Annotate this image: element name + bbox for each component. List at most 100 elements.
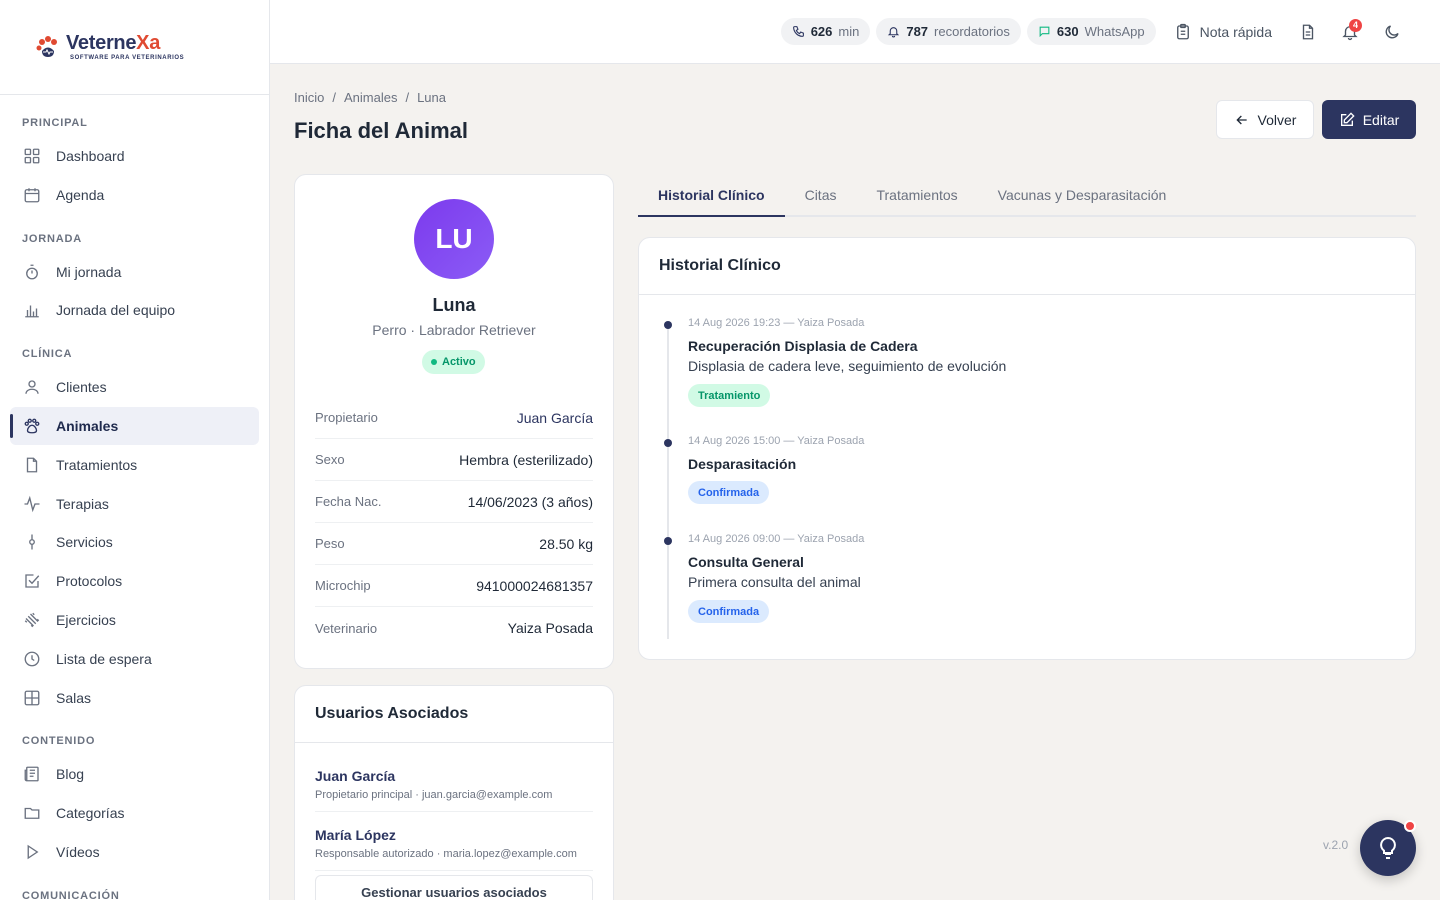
back-button[interactable]: Volver bbox=[1216, 100, 1314, 139]
entry-badge: Confirmada bbox=[688, 600, 770, 623]
detail-row-sex: Sexo Hembra (esterilizado) bbox=[315, 439, 593, 481]
detail-row-microchip: Microchip 941000024681357 bbox=[315, 565, 593, 607]
user-meta: Propietario principal · juan.garcia@exam… bbox=[315, 789, 553, 801]
quick-note-button[interactable]: Nota rápida bbox=[1162, 16, 1284, 48]
page-title: Ficha del Animal bbox=[294, 118, 469, 143]
ideas-fab-button[interactable] bbox=[1360, 820, 1416, 876]
user-name[interactable]: María López bbox=[315, 827, 593, 843]
tab-bar: Historial Clínico Citas Tratamientos Vac… bbox=[638, 174, 1416, 217]
documents-button[interactable] bbox=[1290, 16, 1326, 48]
user-name[interactable]: Juan García bbox=[315, 768, 593, 784]
reminders-counter[interactable]: 787 recordatorios bbox=[876, 18, 1021, 45]
timeline: 14 Aug 2026 19:23 — Yaiza Posada Recuper… bbox=[659, 295, 1395, 639]
notifications-button[interactable]: 4 bbox=[1332, 16, 1368, 48]
whatsapp-value: 630 bbox=[1056, 24, 1079, 39]
timeline-entry[interactable]: 14 Aug 2026 09:00 — Yaiza Posada Consult… bbox=[659, 533, 1395, 623]
breadcrumb-inicio[interactable]: Inicio bbox=[294, 90, 324, 105]
sidebar-item-categorias[interactable]: Categorías bbox=[10, 794, 259, 832]
sidebar-item-tratamientos[interactable]: Tratamientos bbox=[10, 446, 259, 484]
animal-name: Luna bbox=[432, 295, 476, 315]
sidebar-item-blog[interactable]: Blog bbox=[10, 755, 259, 793]
timeline-entry[interactable]: 14 Aug 2026 15:00 — Yaiza Posada Despara… bbox=[659, 435, 1395, 504]
edit-button[interactable]: Editar bbox=[1322, 100, 1416, 139]
reminders-value: 787 bbox=[906, 24, 929, 39]
list-item: María López Responsable autorizado · mar… bbox=[315, 812, 593, 871]
avatar: LU bbox=[414, 199, 494, 279]
associated-users-title: Usuarios Asociados bbox=[295, 686, 613, 743]
calls-unit: min bbox=[838, 24, 860, 39]
sidebar-item-label: Jornada del equipo bbox=[56, 302, 176, 318]
sidebar-item-label: Dashboard bbox=[56, 148, 125, 164]
detail-row-birthdate: Fecha Nac. 14/06/2023 (3 años) bbox=[315, 481, 593, 523]
timeline-entry[interactable]: 14 Aug 2026 19:23 — Yaiza Posada Recuper… bbox=[659, 317, 1395, 407]
sidebar-item-dashboard[interactable]: Dashboard bbox=[10, 137, 259, 175]
lightbulb-icon bbox=[1376, 836, 1400, 860]
entry-date: 14 Aug 2026 19:23 — Yaiza Posada bbox=[688, 317, 865, 329]
entry-description: Displasia de cadera leve, seguimiento de… bbox=[688, 358, 1007, 374]
sidebar-item-agenda[interactable]: Agenda bbox=[10, 176, 259, 214]
grid-icon bbox=[22, 146, 42, 166]
whatsapp-counter[interactable]: 630 WhatsApp bbox=[1026, 18, 1156, 45]
sidebar-item-servicios[interactable]: Servicios bbox=[10, 523, 259, 561]
sidebar: VeterneXa SOFTWARE PARA VETERINARIOS PRI… bbox=[0, 0, 270, 900]
sidebar-item-label: Categorías bbox=[56, 805, 125, 821]
status-badge: Activo bbox=[422, 350, 485, 374]
sidebar-item-protocolos[interactable]: Protocolos bbox=[10, 562, 259, 600]
detail-label: Peso bbox=[315, 536, 345, 551]
sidebar-item-label: Vídeos bbox=[56, 844, 100, 860]
breadcrumb-animales[interactable]: Animales bbox=[344, 90, 397, 105]
chat-icon bbox=[1038, 25, 1051, 38]
logo-area: VeterneXa SOFTWARE PARA VETERINARIOS bbox=[0, 0, 269, 95]
owner-link[interactable]: Juan García bbox=[517, 410, 593, 426]
sidebar-item-label: Blog bbox=[56, 766, 85, 782]
entry-badge: Tratamiento bbox=[688, 384, 771, 407]
detail-value: Yaiza Posada bbox=[507, 620, 593, 636]
moon-icon bbox=[1383, 23, 1401, 41]
stopwatch-icon bbox=[22, 262, 42, 282]
entry-date: 14 Aug 2026 09:00 — Yaiza Posada bbox=[688, 533, 865, 545]
timeline-dot-icon bbox=[664, 439, 672, 447]
detail-value: 14/06/2023 (3 años) bbox=[467, 493, 593, 510]
folder-icon bbox=[22, 803, 42, 823]
paw-icon bbox=[22, 416, 42, 436]
sidebar-item-jornada-equipo[interactable]: Jornada del equipo bbox=[10, 291, 259, 329]
arrow-left-icon bbox=[1234, 112, 1250, 128]
entry-title: Consulta General bbox=[688, 554, 804, 570]
breadcrumb-separator: / bbox=[332, 90, 336, 105]
calls-counter[interactable]: 626 min bbox=[780, 18, 871, 45]
nav-section-comunicacion: COMUNICACIÓN bbox=[22, 890, 120, 900]
breadcrumb-separator: / bbox=[405, 90, 410, 105]
tab-historial-clinico[interactable]: Historial Clínico bbox=[638, 174, 785, 217]
detail-value: 28.50 kg bbox=[539, 535, 593, 552]
back-label: Volver bbox=[1257, 111, 1297, 128]
fab-notification-dot bbox=[1404, 820, 1416, 832]
sidebar-item-animales[interactable]: Animales bbox=[10, 407, 259, 445]
tab-tratamientos[interactable]: Tratamientos bbox=[856, 174, 977, 215]
tab-citas[interactable]: Citas bbox=[785, 174, 857, 215]
sidebar-item-salas[interactable]: Salas bbox=[10, 679, 259, 717]
associated-users-card: Usuarios Asociados Juan García Propietar… bbox=[294, 685, 614, 900]
calls-value: 626 bbox=[810, 24, 833, 39]
tab-vacunas[interactable]: Vacunas y Desparasitación bbox=[978, 174, 1187, 215]
user-icon bbox=[22, 377, 42, 397]
newspaper-icon bbox=[22, 764, 42, 784]
sidebar-item-label: Servicios bbox=[56, 534, 113, 550]
whatsapp-unit: WhatsApp bbox=[1084, 24, 1145, 39]
sidebar-item-clientes[interactable]: Clientes bbox=[10, 368, 259, 406]
sidebar-item-terapias[interactable]: Terapias bbox=[10, 485, 259, 523]
status-dot-icon bbox=[431, 359, 437, 365]
entry-title: Recuperación Displasia de Cadera bbox=[688, 338, 918, 354]
nav-section-clinica: CLÍNICA bbox=[22, 348, 73, 360]
sidebar-item-label: Mi jornada bbox=[56, 264, 122, 280]
sidebar-item-ejercicios[interactable]: Ejercicios bbox=[10, 601, 259, 639]
checkbox-icon bbox=[22, 571, 42, 591]
sidebar-item-videos[interactable]: Vídeos bbox=[10, 833, 259, 871]
sidebar-item-lista-espera[interactable]: Lista de espera bbox=[10, 640, 259, 678]
sidebar-item-mi-jornada[interactable]: Mi jornada bbox=[10, 253, 259, 291]
paw-logo-icon bbox=[36, 36, 57, 57]
manage-users-button[interactable]: Gestionar usuarios asociados bbox=[315, 875, 593, 900]
animal-profile-card: LU Luna Perro · Labrador Retriever Activ… bbox=[294, 174, 614, 669]
theme-toggle-button[interactable] bbox=[1374, 16, 1410, 48]
calendar-icon bbox=[22, 185, 42, 205]
logo[interactable]: VeterneXa SOFTWARE PARA VETERINARIOS bbox=[34, 33, 184, 61]
